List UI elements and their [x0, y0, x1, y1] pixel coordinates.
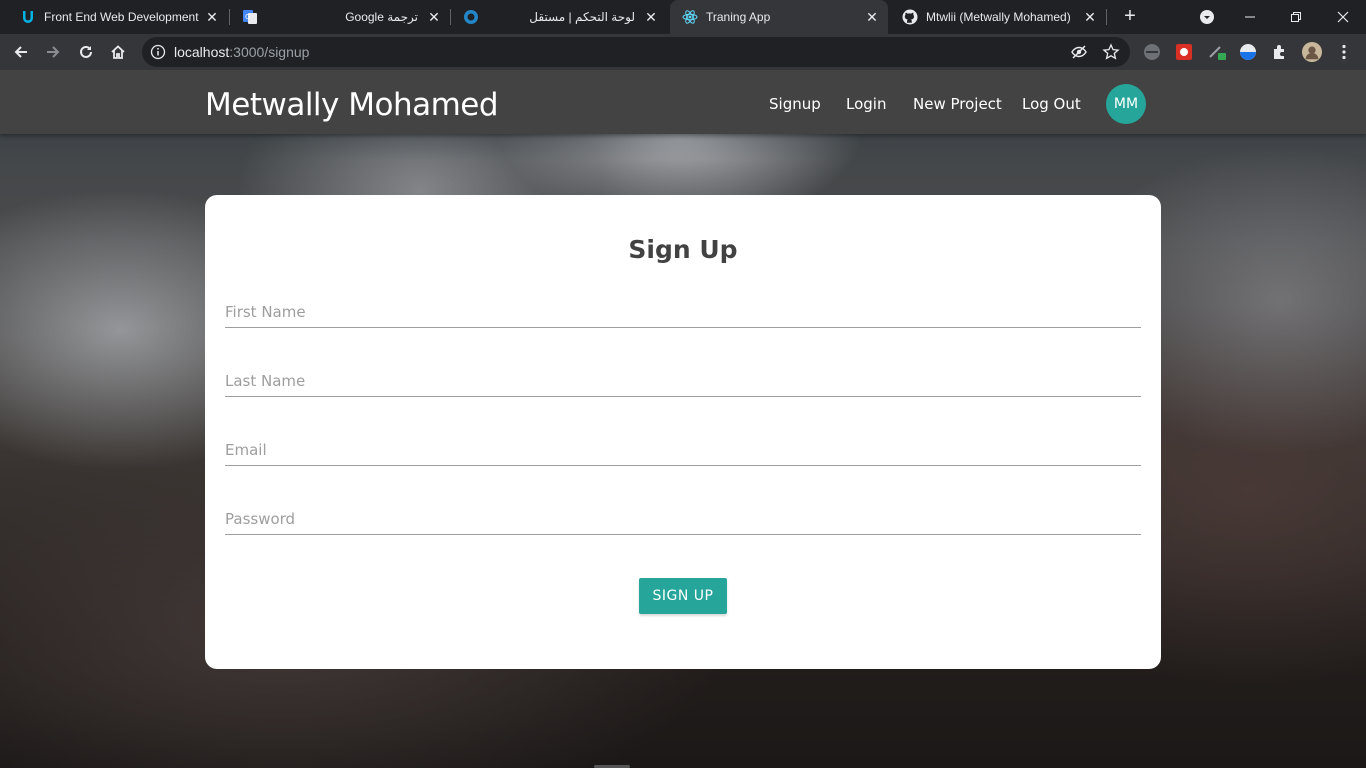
password-field[interactable] — [225, 489, 1141, 535]
tab-mostaql-dashboard[interactable]: لوحة التحكم | مستقل ✕ — [451, 0, 667, 34]
app-navbar: Metwally Mohamed Signup Login New Projec… — [0, 70, 1366, 134]
browser-tab-strip: Front End Web Development ✕ G ترجمة Goog… — [0, 0, 1366, 34]
nav-new-project-link[interactable]: New Project — [913, 95, 1002, 113]
home-button[interactable] — [104, 38, 132, 66]
mostaql-icon — [463, 9, 479, 25]
reload-button[interactable] — [72, 38, 100, 66]
udacity-icon — [20, 9, 36, 25]
tab-traning-app[interactable]: Traning App ✕ — [670, 0, 888, 34]
extension-eyedropper-icon[interactable] — [1207, 42, 1227, 62]
google-translate-icon: G — [242, 9, 258, 25]
tab-title: ترجمة Google — [345, 10, 418, 24]
restore-button[interactable] — [1273, 0, 1319, 34]
close-icon — [1337, 11, 1349, 23]
url-host: localhost — [174, 44, 230, 60]
page-background: Metwally Mohamed Signup Login New Projec… — [0, 70, 1366, 768]
home-icon — [111, 45, 125, 59]
close-icon[interactable]: ✕ — [204, 9, 220, 25]
react-icon — [682, 9, 698, 25]
tab-title: Mtwlii (Metwally Mohamed) — [926, 10, 1071, 24]
close-icon[interactable]: ✕ — [643, 9, 659, 25]
window-close-button[interactable] — [1320, 0, 1366, 34]
star-icon[interactable] — [1102, 43, 1120, 61]
svg-text:G: G — [245, 13, 250, 21]
profile-avatar[interactable] — [1302, 42, 1322, 62]
browser-toolbar: localhost:3000/signup — [0, 34, 1366, 70]
first-name-field[interactable] — [225, 282, 1141, 328]
reload-icon — [80, 45, 92, 58]
forward-button[interactable] — [39, 38, 67, 66]
tab-title: Traning App — [706, 10, 771, 24]
chevron-down-icon — [1200, 10, 1214, 24]
arrow-left-icon — [14, 46, 27, 58]
nav-signup-link[interactable]: Signup — [769, 95, 821, 113]
last-name-field[interactable] — [225, 351, 1141, 397]
signup-button[interactable]: SIGN UP — [639, 578, 727, 614]
minimize-button[interactable] — [1227, 0, 1273, 34]
user-avatar[interactable]: MM — [1106, 84, 1146, 124]
restore-icon — [1291, 12, 1301, 22]
tab-title: لوحة التحكم | مستقل — [529, 10, 635, 24]
extension-ghost-icon[interactable] — [1142, 42, 1162, 62]
page-title: Sign Up — [628, 235, 738, 264]
tab-github-profile[interactable]: Mtwlii (Metwally Mohamed) ✕ — [890, 0, 1106, 34]
eye-off-icon[interactable] — [1070, 43, 1088, 61]
tab-front-end-web-development[interactable]: Front End Web Development ✕ — [8, 0, 228, 34]
tab-search-button[interactable] — [1184, 0, 1230, 34]
close-icon[interactable]: ✕ — [1082, 9, 1098, 25]
info-icon[interactable] — [150, 44, 166, 60]
close-icon[interactable]: ✕ — [864, 9, 880, 25]
tab-divider — [1106, 9, 1107, 25]
url-text[interactable]: localhost:3000/signup — [174, 44, 309, 60]
signup-card: Sign Up SIGN UP — [205, 195, 1161, 669]
new-tab-button[interactable]: + — [1119, 5, 1141, 27]
extension-circle-icon[interactable] — [1238, 42, 1258, 62]
address-bar[interactable]: localhost:3000/signup — [142, 37, 1130, 67]
email-field[interactable] — [225, 420, 1141, 466]
menu-kebab-icon[interactable] — [1334, 42, 1354, 62]
brand-logo[interactable]: Metwally Mohamed — [205, 87, 499, 123]
url-path: :3000/signup — [229, 44, 310, 60]
extension-red-icon[interactable] — [1174, 42, 1194, 62]
back-button[interactable] — [7, 38, 35, 66]
github-icon — [902, 9, 918, 25]
tab-title: Front End Web Development — [44, 10, 199, 24]
puzzle-icon[interactable] — [1270, 42, 1290, 62]
nav-logout-link[interactable]: Log Out — [1022, 95, 1081, 113]
tab-google-translate[interactable]: G ترجمة Google ✕ — [230, 0, 450, 34]
nav-login-link[interactable]: Login — [846, 95, 886, 113]
arrow-right-icon — [47, 46, 60, 58]
close-icon[interactable]: ✕ — [426, 9, 442, 25]
minimize-icon — [1245, 16, 1255, 18]
